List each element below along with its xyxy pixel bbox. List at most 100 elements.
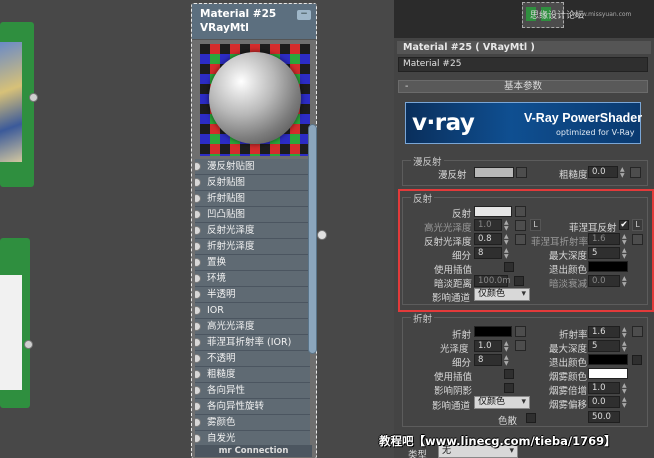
- left-node-top[interactable]: [0, 22, 34, 187]
- fresnel-reflect-checkbox[interactable]: ✔: [619, 220, 629, 230]
- slot-fresnel-ior[interactable]: 菲涅耳折射率 (IOR): [195, 335, 310, 351]
- basic-params-rollout[interactable]: - 基本参数: [398, 80, 648, 93]
- refract-gloss-map-button[interactable]: [515, 340, 526, 351]
- refract-color-swatch[interactable]: [474, 326, 512, 337]
- slot-port[interactable]: [195, 370, 201, 379]
- refract-gloss-input[interactable]: 1.0: [474, 340, 502, 352]
- reflect-gloss-spinner-icon[interactable]: ▲ ▼: [504, 234, 510, 246]
- refract-ior-spinner-icon[interactable]: ▲ ▼: [622, 327, 628, 339]
- slot-port[interactable]: [195, 306, 201, 315]
- slot-opacity[interactable]: 不透明: [195, 351, 310, 367]
- roughness-spinner-icon[interactable]: ▲ ▼: [620, 167, 626, 179]
- slot-translucency[interactable]: 半透明: [195, 287, 310, 303]
- fog-color-swatch[interactable]: [588, 368, 628, 379]
- refract-gloss-spinner-icon[interactable]: ▲ ▼: [504, 341, 510, 353]
- slot-reflect-map[interactable]: 反射贴图: [195, 175, 310, 191]
- slot-port[interactable]: [195, 418, 201, 427]
- reflect-subdivs-input[interactable]: 8: [474, 247, 502, 259]
- slot-port[interactable]: [195, 434, 201, 443]
- reflect-gloss-map-button[interactable]: [515, 234, 526, 245]
- rollout-collapse-icon[interactable]: -: [405, 81, 408, 92]
- material-name-field[interactable]: Material #25: [398, 57, 648, 72]
- slot-port[interactable]: [195, 226, 201, 235]
- hilight-gloss-lock-button[interactable]: L: [530, 219, 541, 231]
- slot-port[interactable]: [195, 178, 201, 187]
- slot-fog-color[interactable]: 雾颜色: [195, 415, 310, 431]
- slot-port[interactable]: [195, 210, 201, 219]
- refract-subdivs-spinner-icon[interactable]: ▲ ▼: [504, 355, 510, 367]
- refract-ior-input[interactable]: 1.6: [588, 326, 620, 338]
- slot-environment[interactable]: 环境: [195, 271, 310, 287]
- slot-port[interactable]: [195, 322, 201, 331]
- refract-max-depth-spinner-icon[interactable]: ▲ ▼: [622, 341, 628, 353]
- slot-refract-gloss[interactable]: 折射光泽度: [195, 239, 310, 255]
- slot-refract-map[interactable]: 折射贴图: [195, 191, 310, 207]
- slot-port[interactable]: [195, 354, 201, 363]
- reflect-subdivs-spinner-icon[interactable]: ▲ ▼: [504, 248, 510, 260]
- fresnel-ior-spinner-icon[interactable]: ▲ ▼: [622, 234, 628, 246]
- reflect-use-interp-checkbox[interactable]: [504, 262, 514, 272]
- roughness-map-button[interactable]: [630, 167, 641, 178]
- slot-port[interactable]: [195, 386, 201, 395]
- slot-hilight-gloss[interactable]: 高光光泽度: [195, 319, 310, 335]
- slot-port[interactable]: [195, 274, 201, 283]
- left-node-bottom-port[interactable]: [24, 340, 33, 349]
- slate-view[interactable]: Material #25 VRayMtl − 漫反射贴图 反射贴图 折射贴图 凹…: [0, 0, 394, 458]
- hilight-gloss-input[interactable]: 1.0: [474, 219, 502, 231]
- slot-ior[interactable]: IOR: [195, 303, 310, 319]
- left-node-top-port[interactable]: [29, 93, 38, 102]
- affect-shadows-checkbox[interactable]: [504, 383, 514, 393]
- diffuse-color-swatch[interactable]: [474, 167, 514, 178]
- fresnel-ior-map-button[interactable]: [632, 234, 643, 245]
- material-preview[interactable]: [200, 44, 310, 156]
- dim-distance-input[interactable]: 100.0m: [474, 275, 511, 287]
- slot-port[interactable]: [195, 258, 201, 267]
- node-output-port[interactable]: [317, 230, 327, 240]
- refract-use-interp-checkbox[interactable]: [504, 369, 514, 379]
- reflect-color-swatch[interactable]: [474, 206, 512, 217]
- slot-roughness[interactable]: 粗糙度: [195, 367, 310, 383]
- fog-bias-input[interactable]: 0.0: [588, 396, 620, 408]
- left-node-bottom[interactable]: [0, 238, 30, 408]
- dim-falloff-input[interactable]: 0.0: [588, 275, 620, 287]
- reflect-gloss-input[interactable]: 0.8: [474, 233, 502, 245]
- slot-port[interactable]: [195, 162, 201, 171]
- navigator-strip[interactable]: 思缘设计论坛 www.missyuan.com: [394, 0, 654, 38]
- reflect-max-depth-input[interactable]: 5: [588, 247, 620, 259]
- fog-mult-spinner-icon[interactable]: ▲ ▼: [622, 383, 628, 395]
- hilight-gloss-spinner-icon[interactable]: ▲ ▼: [504, 220, 510, 232]
- slot-port[interactable]: [195, 402, 201, 411]
- slot-port[interactable]: [195, 290, 201, 299]
- slot-anisotropy[interactable]: 各向异性: [195, 383, 310, 399]
- slot-port[interactable]: [195, 242, 201, 251]
- slot-port[interactable]: [195, 338, 201, 347]
- dim-falloff-spinner-icon[interactable]: ▲ ▼: [622, 276, 628, 288]
- refract-exit-color-swatch[interactable]: [588, 354, 628, 365]
- slot-diffuse-map[interactable]: 漫反射贴图: [195, 159, 310, 175]
- roughness-input[interactable]: 0.0: [588, 166, 618, 178]
- diffuse-map-button[interactable]: [516, 167, 527, 178]
- fog-mult-input[interactable]: 1.0: [588, 382, 620, 394]
- node-collapse-button[interactable]: −: [297, 10, 311, 20]
- reflect-map-button[interactable]: [515, 206, 526, 217]
- refract-map-button[interactable]: [515, 326, 526, 337]
- dispersion-checkbox[interactable]: [526, 413, 536, 423]
- slot-displacement[interactable]: 置换: [195, 255, 310, 271]
- reflect-exit-color-swatch[interactable]: [588, 261, 628, 272]
- slot-anisotropy-rotation[interactable]: 各向异性旋转: [195, 399, 310, 415]
- hilight-gloss-map-button[interactable]: [515, 220, 526, 231]
- fresnel-ior-input[interactable]: 1.6: [588, 233, 620, 245]
- reflect-affect-channels-dropdown[interactable]: 仅颜色: [474, 288, 530, 301]
- refract-exit-color-checkbox[interactable]: [632, 355, 642, 365]
- material-node[interactable]: Material #25 VRayMtl − 漫反射贴图 反射贴图 折射贴图 凹…: [191, 3, 317, 458]
- fog-bias-spinner-icon[interactable]: ▲ ▼: [622, 397, 628, 409]
- slot-port[interactable]: [195, 194, 201, 203]
- refract-ior-map-button[interactable]: [632, 326, 643, 337]
- fresnel-lock-button[interactable]: L: [632, 219, 643, 231]
- slot-bump-map[interactable]: 凹凸贴图: [195, 207, 310, 223]
- material-node-header[interactable]: Material #25 VRayMtl −: [192, 4, 316, 40]
- slot-reflect-gloss[interactable]: 反射光泽度: [195, 223, 310, 239]
- refract-max-depth-input[interactable]: 5: [588, 340, 620, 352]
- refract-affect-channels-dropdown[interactable]: 仅颜色: [474, 396, 530, 409]
- mr-connection-footer[interactable]: mr Connection: [195, 445, 312, 457]
